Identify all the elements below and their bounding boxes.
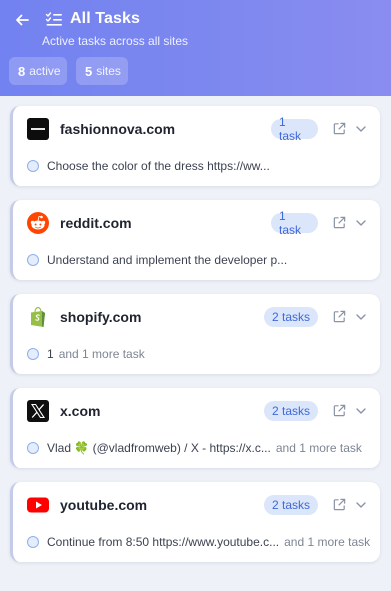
task-summary[interactable]: Continue from 8:50 https://www.youtube.c…: [27, 534, 372, 550]
site-card-youtube[interactable]: youtube.com 2 tasks Continue from 8:50 h…: [10, 482, 380, 562]
task-count-badge: 1 task: [271, 209, 318, 237]
external-link-icon[interactable]: [332, 403, 347, 418]
more-tasks-text: and 1 more task: [284, 535, 371, 549]
task-status-dot: [27, 536, 39, 548]
site-card-x[interactable]: x.com 2 tasks Vlad 🍀 (@vladfromweb) / X …: [10, 388, 380, 468]
external-link-icon[interactable]: [332, 309, 347, 324]
task-text: Vlad 🍀 (@vladfromweb) / X - https://x.c.…: [47, 441, 271, 455]
site-card-shopify[interactable]: shopify.com 2 tasks 1 and 1 more task: [10, 294, 380, 374]
active-count-label: active: [29, 64, 61, 78]
sites-count-stat: 5 sites: [76, 57, 128, 85]
task-text: Understand and implement the developer p…: [47, 253, 288, 267]
site-name[interactable]: fashionnova.com: [60, 121, 175, 137]
task-summary[interactable]: 1 and 1 more task: [27, 346, 372, 362]
shopify-logo-icon: [31, 306, 45, 327]
site-name[interactable]: shopify.com: [60, 309, 141, 325]
task-summary[interactable]: Choose the color of the dress https://ww…: [27, 158, 372, 174]
x-logo-icon: [27, 400, 49, 422]
chevron-down-icon[interactable]: [354, 122, 368, 136]
task-status-dot: [27, 160, 39, 172]
task-text: Choose the color of the dress https://ww…: [47, 159, 270, 173]
header: All Tasks Active tasks across all sites …: [0, 0, 391, 96]
site-name[interactable]: reddit.com: [60, 215, 132, 231]
task-status-dot: [27, 254, 39, 266]
sites-count-label: sites: [96, 64, 121, 78]
fashionnova-logo-icon: [27, 118, 49, 140]
site-name[interactable]: youtube.com: [60, 497, 147, 513]
task-count-badge: 2 tasks: [264, 495, 318, 515]
page-subtitle: Active tasks across all sites: [42, 34, 189, 48]
site-card-fashionnova[interactable]: fashionnova.com 1 task Choose the color …: [10, 106, 380, 186]
task-count-badge: 2 tasks: [264, 401, 318, 421]
checklist-icon: [45, 12, 62, 26]
chevron-down-icon[interactable]: [354, 498, 368, 512]
task-summary[interactable]: Understand and implement the developer p…: [27, 252, 372, 268]
chevron-down-icon[interactable]: [354, 310, 368, 324]
external-link-icon[interactable]: [332, 215, 347, 230]
external-link-icon[interactable]: [332, 497, 347, 512]
task-text: 1: [47, 347, 54, 361]
site-name[interactable]: x.com: [60, 403, 100, 419]
task-text: Continue from 8:50 https://www.youtube.c…: [47, 535, 280, 549]
chevron-down-icon[interactable]: [354, 216, 368, 230]
page-title: All Tasks: [70, 10, 140, 27]
sites-count-value: 5: [85, 63, 93, 79]
task-count-badge: 1 task: [271, 115, 318, 143]
more-tasks-text: and 1 more task: [275, 441, 362, 455]
back-arrow-icon[interactable]: [12, 10, 32, 30]
task-summary[interactable]: Vlad 🍀 (@vladfromweb) / X - https://x.c.…: [27, 440, 372, 456]
external-link-icon[interactable]: [332, 121, 347, 136]
task-count-badge: 2 tasks: [264, 307, 318, 327]
task-status-dot: [27, 348, 39, 360]
more-tasks-text: and 1 more task: [58, 347, 145, 361]
active-count-stat: 8 active: [9, 57, 67, 85]
task-status-dot: [27, 442, 39, 454]
reddit-logo-icon: [27, 212, 49, 234]
youtube-logo-icon: [27, 497, 49, 513]
site-card-reddit[interactable]: reddit.com 1 task Understand and impleme…: [10, 200, 380, 280]
chevron-down-icon[interactable]: [354, 404, 368, 418]
active-count-value: 8: [18, 63, 26, 79]
